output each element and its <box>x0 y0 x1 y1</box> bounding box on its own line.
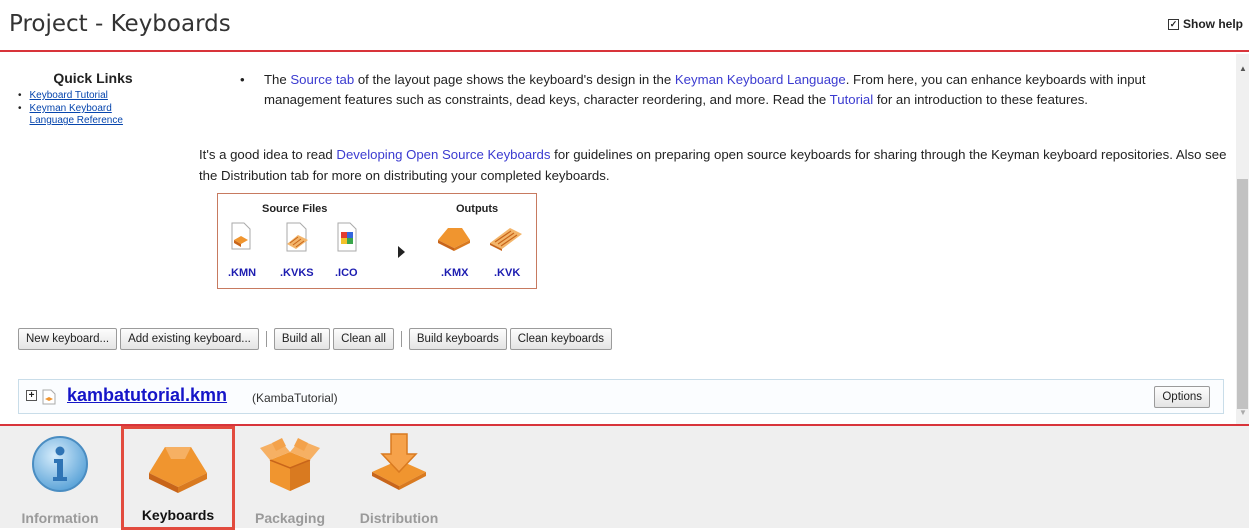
quick-links-list: • Keyboard Tutorial • Keyman Keyboard La… <box>18 90 168 127</box>
keyboard-id: (KambaTutorial) <box>252 391 338 405</box>
package-icon <box>258 434 322 499</box>
arrow-right-icon <box>398 246 405 258</box>
scroll-down-icon[interactable]: ▼ <box>1239 408 1247 417</box>
scrollbar-thumb[interactable] <box>1237 179 1248 409</box>
kmn-file-icon <box>42 389 56 410</box>
list-item: • Keyboard Tutorial <box>18 90 108 102</box>
keyboard-file-link[interactable]: kambatutorial.kmn <box>67 385 227 406</box>
keyboard-toolbar: New keyboard... Add existing keyboard...… <box>18 327 615 351</box>
vertical-scrollbar[interactable]: ▲ ▼ <box>1236 54 1249 424</box>
new-keyboard-button[interactable]: New keyboard... <box>18 328 118 350</box>
show-help-checkbox[interactable]: ✓ <box>1168 18 1179 30</box>
information-icon <box>30 434 90 499</box>
add-existing-keyboard-button[interactable]: Add existing keyboard... <box>120 328 259 350</box>
source-files-heading: Source Files <box>262 203 328 215</box>
quick-links: Quick Links • Keyboard Tutorial • Keyman… <box>18 70 168 128</box>
build-diagram: Source Files Outputs .KMN .KVKS .ICO .KM… <box>217 193 537 289</box>
scroll-up-icon[interactable]: ▲ <box>1239 64 1247 73</box>
kmx-label: .KMX <box>441 267 469 279</box>
list-item: • Keyman Keyboard Language Reference <box>18 103 168 127</box>
source-tab-link[interactable]: Source tab <box>290 72 354 87</box>
tutorial-link[interactable]: Tutorial <box>830 92 873 107</box>
options-button[interactable]: Options <box>1154 386 1210 408</box>
tab-packaging-label: Packaging <box>254 510 326 526</box>
keyboard-row: + kambatutorial.kmn (KambaTutorial) Opti… <box>18 379 1224 414</box>
kvks-label: .KVKS <box>280 267 314 279</box>
tab-information[interactable]: Information <box>4 426 116 530</box>
tab-information-label: Information <box>21 510 99 526</box>
tab-packaging[interactable]: Packaging <box>240 426 340 530</box>
expand-icon[interactable]: + <box>26 390 37 401</box>
tab-distribution[interactable]: Distribution <box>344 426 454 530</box>
ico-file-icon <box>336 222 358 257</box>
kvk-output-icon <box>488 224 524 257</box>
tab-distribution-label: Distribution <box>359 510 439 526</box>
show-help-label: Show help <box>1183 17 1243 31</box>
clean-all-button[interactable]: Clean all <box>333 328 394 350</box>
keyboard-tutorial-link[interactable]: Keyboard Tutorial <box>30 90 108 102</box>
content-area: Quick Links • Keyboard Tutorial • Keyman… <box>0 54 1236 424</box>
kmn-label: .KMN <box>228 267 257 279</box>
project-tab-bar: Information Keyboards Packaging Distribu… <box>0 424 1249 530</box>
build-all-button[interactable]: Build all <box>273 328 331 350</box>
ico-label: .ICO <box>335 267 358 279</box>
build-keyboards-button[interactable]: Build keyboards <box>408 328 507 350</box>
clean-keyboards-button[interactable]: Clean keyboards <box>509 328 613 350</box>
quick-links-title: Quick Links <box>53 70 133 86</box>
show-help-toggle[interactable]: ✓ Show help <box>1168 17 1243 31</box>
kmx-output-icon <box>436 224 472 257</box>
kmn-language-reference-link[interactable]: Keyman Keyboard Language Reference <box>30 103 130 127</box>
toolbar-separator <box>265 331 267 347</box>
kvks-file-icon <box>284 222 310 257</box>
tab-keyboards-label: Keyboards <box>141 507 215 523</box>
toolbar-separator <box>400 331 402 347</box>
distribution-download-icon <box>368 432 430 497</box>
help-bullet: • The Source tab of the layout page show… <box>240 72 1146 107</box>
open-source-keyboards-link[interactable]: Developing Open Source Keyboards <box>336 147 550 162</box>
page-title: Project - Keyboards <box>9 11 231 37</box>
outputs-heading: Outputs <box>456 203 499 215</box>
tab-keyboards[interactable]: Keyboards <box>121 426 235 530</box>
help-paragraph: It's a good idea to read Developing Open… <box>199 147 1227 183</box>
kmn-file-icon <box>230 222 252 255</box>
kmn-language-link[interactable]: Keyman Keyboard Language <box>675 72 846 87</box>
kvk-label: .KVK <box>494 267 521 279</box>
keyboard-icon <box>145 439 211 500</box>
header: Project - Keyboards ✓ Show help <box>0 0 1249 52</box>
